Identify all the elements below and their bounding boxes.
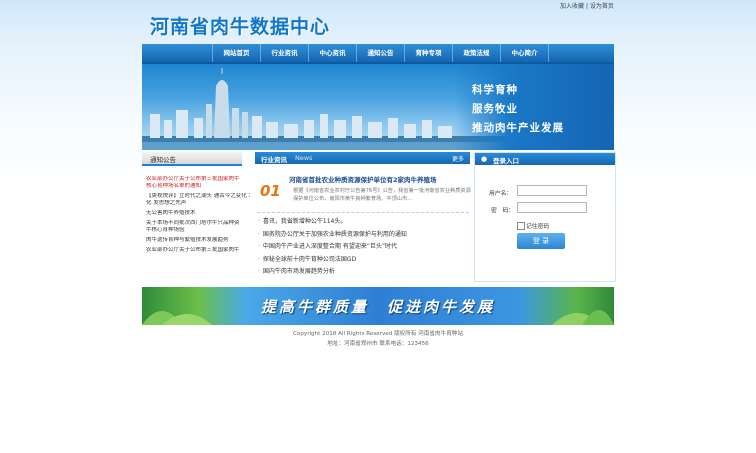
notice-item[interactable]: 核心育种场名单的通知 — [146, 183, 250, 190]
news-item[interactable]: 探秘全球前十肉牛育种公司法国GD — [258, 254, 470, 267]
notice-header: 通知公告 — [142, 152, 242, 166]
news-item[interactable]: 中国肉牛产业进入深度整合期 有望迎来“巨头”时代 — [258, 241, 470, 254]
username-label: 用户名： — [489, 191, 513, 197]
notice-item[interactable]: 农业部办公厅关于公布第三批国家肉牛 — [146, 247, 250, 254]
notice-item[interactable]: 【央视快评】立时代之潮头 通古今之变化 发思想之先声 — [146, 193, 250, 200]
banner-slogan-2: 服务牧业 — [472, 103, 518, 115]
news-list: 喜讯，我省新增种公牛114头。 国务院办公厅关于加强农业种质资源保护与利用的通知… — [258, 216, 470, 279]
news-header: 行业资讯 News 更多 — [255, 152, 470, 164]
headline-summary: 根据《河南省农业农村厅公告第76号》公告，我省第一批河南省农业种质资源保护单位公… — [293, 188, 471, 202]
user-icon: ● — [481, 155, 488, 163]
nav-center-news[interactable]: 中心资讯 — [309, 44, 357, 62]
remember-password-checkbox[interactable] — [517, 222, 525, 230]
city-banner: 科学育种 服务牧业 推动肉牛产业发展 — [142, 64, 614, 150]
nav-policy[interactable]: 政策法规 — [453, 44, 501, 62]
slogan-text: 提高牛群质量 促进肉牛发展 — [260, 298, 495, 316]
nav-notices[interactable]: 通知公告 — [357, 44, 405, 62]
news-item[interactable]: 喜讯，我省新增种公牛114头。 — [258, 216, 470, 229]
login-title: 登录入口 — [493, 157, 519, 165]
login-header: ● 登录入口 — [475, 153, 615, 165]
notice-title: 通知公告 — [150, 156, 176, 164]
top-links: 加入收藏 | 设为首页 — [560, 1, 614, 10]
nav-breeding[interactable]: 育种专项 — [405, 44, 453, 62]
news-subtitle: News — [295, 154, 313, 162]
remember-password-label: 记住密码 — [526, 224, 550, 230]
site-title[interactable]: 河南省肉牛数据中心 — [150, 12, 330, 39]
password-label: 密 码： — [491, 208, 515, 214]
headline-title[interactable]: 河南省首批农业种质资源保护单位有2家肉牛养殖场 — [289, 174, 437, 184]
footer-address: 地址：河南省郑州市 联系电话：123456 — [327, 341, 429, 347]
nav-industry-news[interactable]: 行业资讯 — [261, 44, 309, 62]
notice-item[interactable]: 农业部办公厅关于公布第三批国家肉牛 — [146, 176, 250, 183]
login-panel: ● 登录入口 用户名： 密 码： 记住密码 登 录 — [474, 152, 616, 282]
main-nav: 网站首页 行业资讯 中心资讯 通知公告 育种专项 政策法规 中心简介 — [142, 44, 614, 64]
news-item[interactable]: 国务院办公厅关于加强农业种质资源保护与利用的通知 — [258, 229, 470, 242]
banner-slogan-1: 科学育种 — [472, 84, 518, 96]
notice-item[interactable]: 无公害肉牛养殖技术 — [146, 210, 250, 217]
password-input[interactable] — [517, 202, 587, 213]
notice-item[interactable]: 关于本场不同批次西门塔尔牛只品种资 — [146, 220, 250, 227]
notice-item[interactable]: 化 发思想之先声 — [146, 200, 250, 207]
slogan-banner: 提高牛群质量 促进肉牛发展 — [142, 287, 614, 325]
set-homepage-link[interactable]: 设为首页 — [590, 3, 614, 10]
top-links-separator: | — [585, 3, 588, 10]
footer-copyright: Copyright 2018 All Rights Reserved 版权所有 … — [293, 331, 463, 337]
news-item[interactable]: 国内牛肉市场发展趋势分析 — [258, 266, 470, 279]
nav-about[interactable]: 中心简介 — [501, 44, 549, 62]
notice-item[interactable]: 肉牛遗传育种与繁殖技术发展趋势 — [146, 237, 250, 244]
notice-item[interactable]: 牛核心育种场验 — [146, 227, 250, 234]
login-button[interactable]: 登 录 — [517, 233, 565, 249]
news-divider — [257, 212, 469, 213]
banner-slogan-3: 推动肉牛产业发展 — [472, 122, 564, 134]
add-favorite-link[interactable]: 加入收藏 — [560, 3, 584, 10]
nav-home[interactable]: 网站首页 — [212, 44, 261, 62]
headline-number-badge: 01 — [260, 182, 281, 200]
username-input[interactable] — [517, 185, 587, 196]
news-more-link[interactable]: 更多 — [452, 154, 464, 163]
notice-list: 农业部办公厅关于公布第三批国家肉牛 核心育种场名单的通知 【央视快评】立时代之潮… — [146, 176, 250, 254]
news-tab[interactable]: 行业资讯 — [261, 154, 287, 164]
